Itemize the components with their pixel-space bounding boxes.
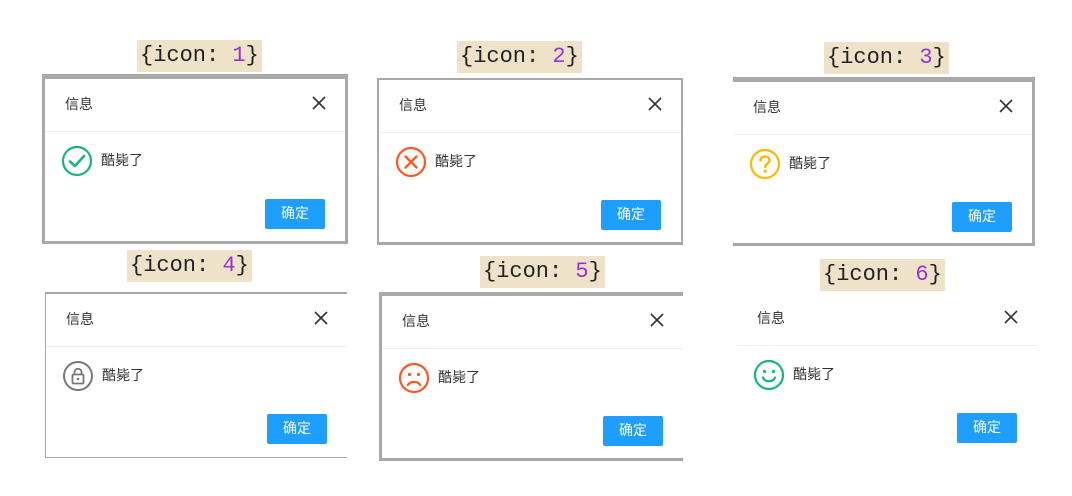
sad-face-icon bbox=[398, 362, 430, 394]
ok-button[interactable]: 确定 bbox=[265, 199, 325, 229]
close-icon[interactable] bbox=[309, 93, 329, 113]
dialog-message: 酷毙了 bbox=[435, 154, 477, 170]
message-dialog: 信息 酷毙了 确定 bbox=[737, 293, 1037, 459]
code-label: {icon: 1} bbox=[137, 40, 262, 72]
dialog-message: 酷毙了 bbox=[102, 368, 144, 384]
lock-circle-icon bbox=[62, 360, 94, 392]
ok-button[interactable]: 确定 bbox=[603, 416, 663, 446]
dialog-title: 信息 bbox=[66, 312, 94, 328]
code-label: {icon: 2} bbox=[457, 41, 582, 73]
dialog-divider bbox=[46, 346, 347, 347]
close-icon[interactable] bbox=[647, 310, 667, 330]
dialog-title: 信息 bbox=[65, 97, 93, 113]
x-circle-icon bbox=[395, 146, 427, 178]
dialog-divider bbox=[737, 345, 1037, 346]
close-icon[interactable] bbox=[645, 94, 665, 114]
dialog-message: 酷毙了 bbox=[438, 370, 480, 386]
dialog-title: 信息 bbox=[753, 100, 781, 116]
ok-button[interactable]: 确定 bbox=[601, 200, 661, 230]
dialog-divider bbox=[379, 132, 681, 133]
close-icon[interactable] bbox=[1001, 307, 1021, 327]
check-circle-icon bbox=[61, 145, 93, 177]
code-label: {icon: 6} bbox=[820, 259, 945, 291]
message-dialog: 信息 酷毙了 确定 bbox=[45, 292, 347, 458]
code-label: {icon: 3} bbox=[824, 42, 949, 74]
dialog-message: 酷毙了 bbox=[793, 367, 835, 383]
question-circle-icon bbox=[749, 148, 781, 180]
code-label: {icon: 4} bbox=[127, 250, 252, 282]
smile-face-icon bbox=[753, 359, 785, 391]
dialog-message: 酷毙了 bbox=[101, 153, 143, 169]
dialog-title: 信息 bbox=[399, 98, 427, 114]
dialog-message: 酷毙了 bbox=[789, 156, 831, 172]
dialog-title: 信息 bbox=[757, 311, 785, 327]
code-label: {icon: 5} bbox=[480, 256, 605, 288]
ok-button[interactable]: 确定 bbox=[952, 202, 1012, 232]
ok-button[interactable]: 确定 bbox=[267, 414, 327, 444]
dialog-divider bbox=[733, 134, 1032, 135]
dialog-divider bbox=[45, 131, 345, 132]
close-icon[interactable] bbox=[996, 96, 1016, 116]
dialog-divider bbox=[382, 348, 683, 349]
message-dialog: 信息 酷毙了 确定 bbox=[733, 77, 1035, 246]
message-dialog: 信息 酷毙了 确定 bbox=[377, 78, 683, 245]
dialog-title: 信息 bbox=[402, 314, 430, 330]
message-dialog: 信息 酷毙了 确定 bbox=[42, 74, 348, 244]
message-dialog: 信息 酷毙了 确定 bbox=[379, 292, 683, 461]
ok-button[interactable]: 确定 bbox=[957, 413, 1017, 443]
close-icon[interactable] bbox=[311, 308, 331, 328]
